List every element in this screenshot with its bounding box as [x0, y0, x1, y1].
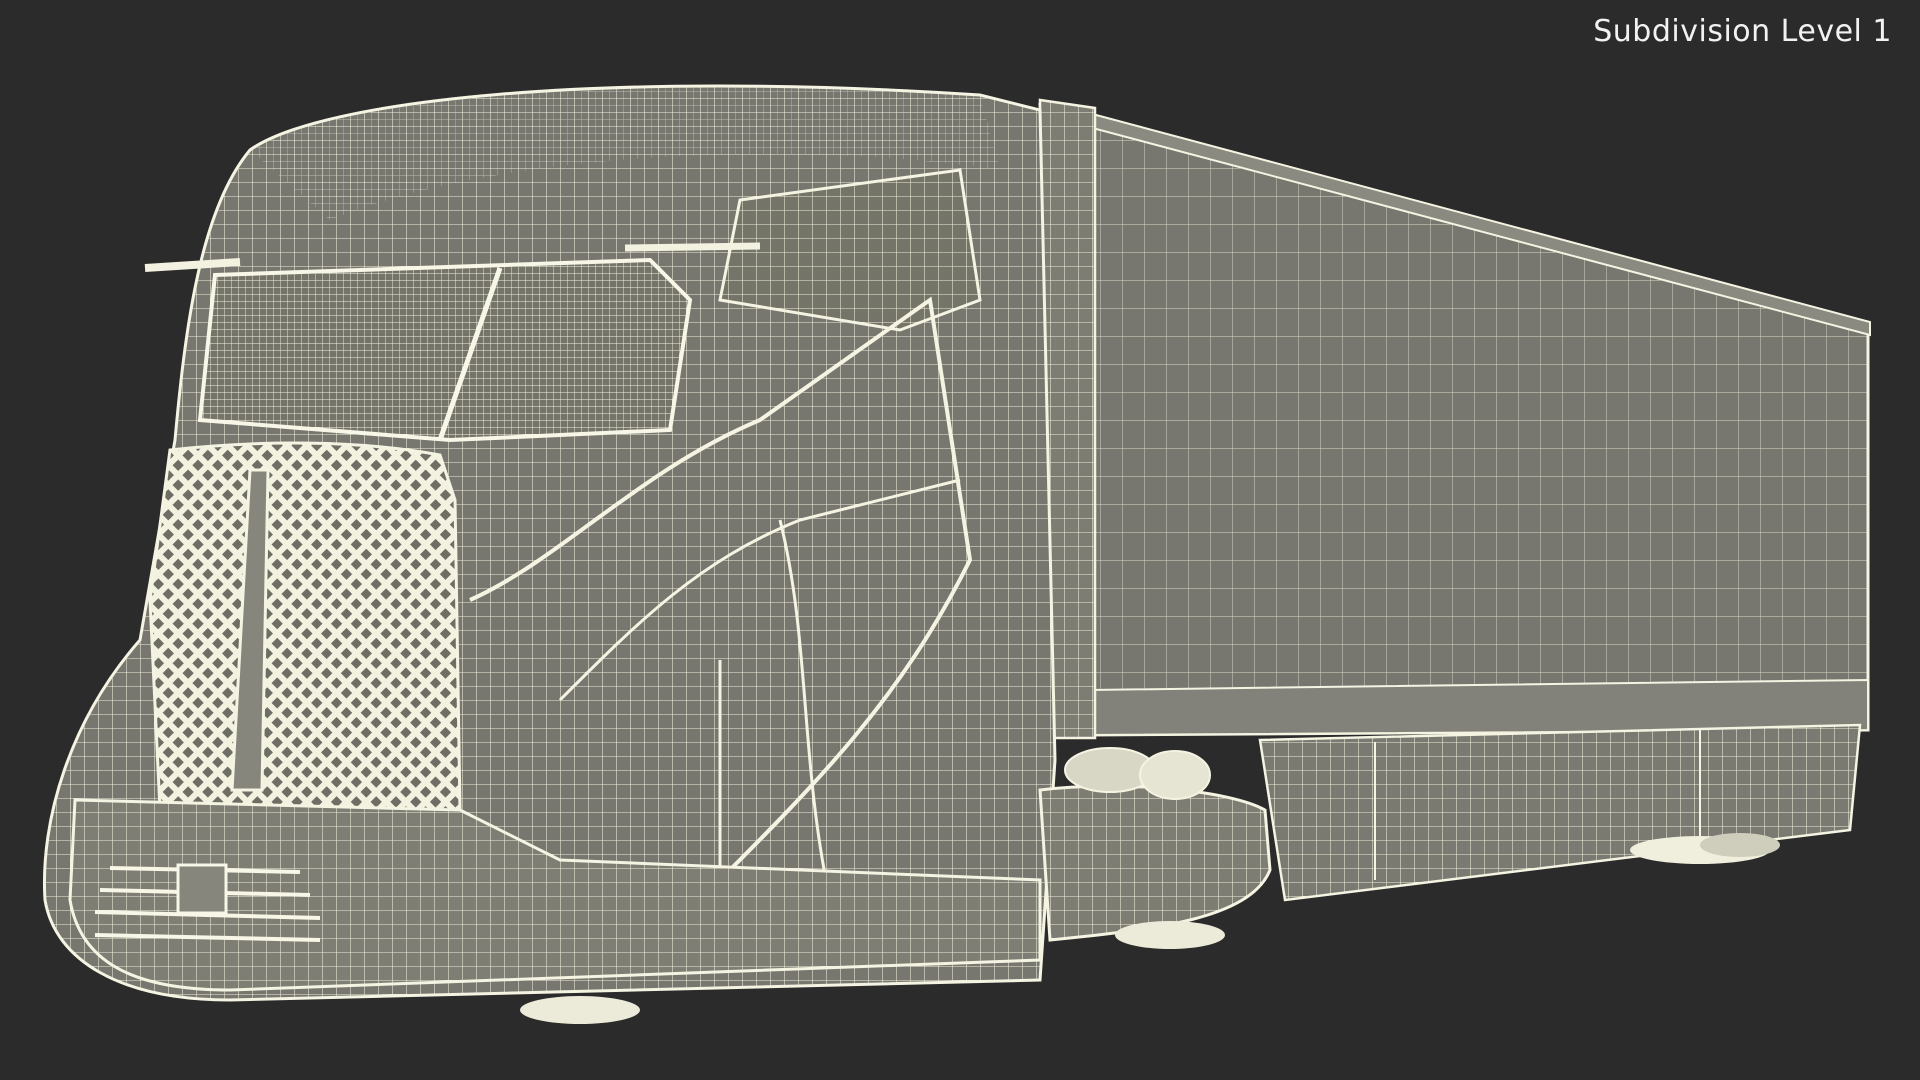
- truck-wireframe-model[interactable]: [0, 0, 1920, 1080]
- 3d-viewport[interactable]: Subdivision Level 1: [0, 0, 1920, 1080]
